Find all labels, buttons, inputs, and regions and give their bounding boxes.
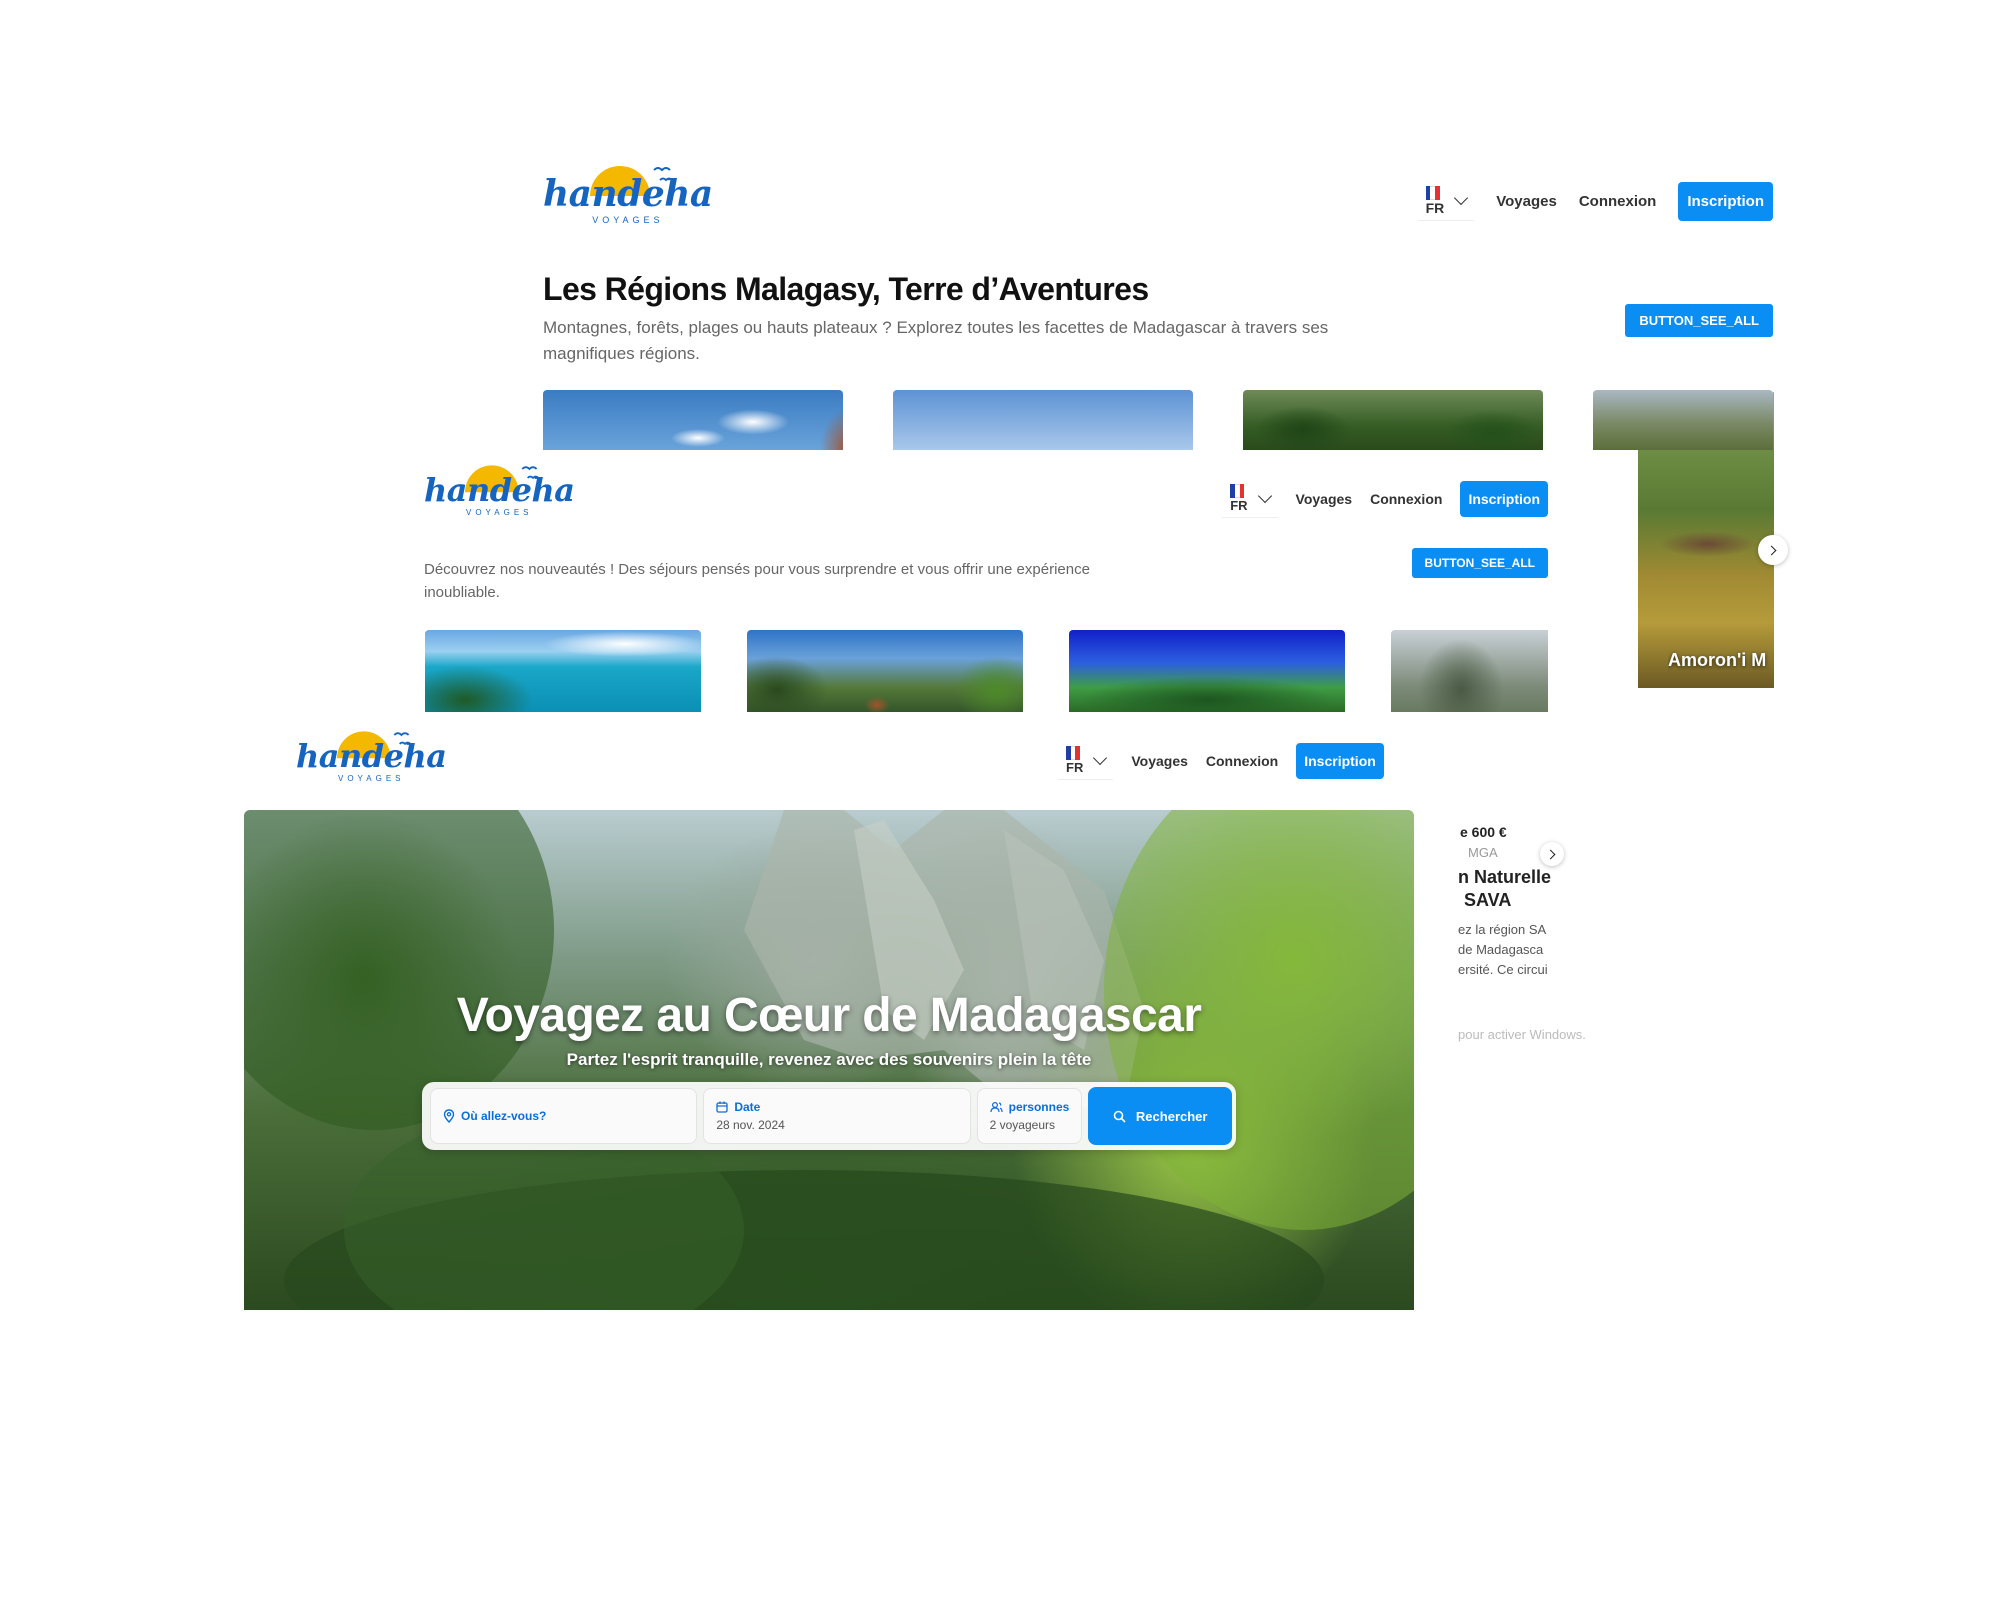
inscription-button[interactable]: Inscription (1678, 182, 1773, 221)
persons-value: 2 voyageurs (989, 1118, 1055, 1132)
inscription-button[interactable]: Inscription (1296, 743, 1384, 779)
logo-tagline: VOYAGES (337, 774, 405, 783)
nav-connexion-link[interactable]: Connexion (1370, 491, 1442, 507)
news-card-desc-line-3: ersité. Ce circui (1458, 962, 1548, 977)
destination-placeholder: Où allez-vous? (461, 1109, 547, 1123)
regions-title: Les Régions Malagasy, Terre d’Aventures (543, 271, 1149, 307)
news-card-description: ez la région SA de Madagasca ersité. Ce … (1458, 920, 1548, 980)
news-card-title-line-1: n Naturelle (1458, 867, 1552, 887)
calendar-icon (716, 1101, 728, 1113)
search-icon (1113, 1110, 1126, 1123)
news-card-desc-line-2: de Madagasca (1458, 942, 1544, 957)
screenshot-home: handeha VOYAGES FR Voyages Connexion Ins… (198, 712, 1458, 1322)
news-card-title: n Naturelle SAVA (1458, 866, 1551, 912)
search-button[interactable]: Rechercher (1088, 1087, 1232, 1145)
users-icon (990, 1101, 1003, 1113)
news-card-price-mga: MGA (1468, 845, 1498, 860)
region-card-image[interactable] (543, 390, 843, 450)
language-selector[interactable]: FR (1417, 182, 1475, 221)
nav-voyages-link[interactable]: Voyages (1296, 491, 1353, 507)
date-label: Date (734, 1100, 761, 1114)
regions-next-button[interactable] (1758, 535, 1788, 565)
logo-tagline: VOYAGES (592, 215, 664, 225)
news-card-price: e 600 € (1460, 824, 1507, 840)
news-next-button[interactable] (1540, 842, 1564, 866)
news-card-peek: e 600 € MGA n Naturelle SAVA ez la régio… (1458, 712, 1608, 1042)
language-selector[interactable]: FR (1222, 480, 1278, 518)
news-card-image[interactable] (1069, 630, 1345, 712)
chevron-down-icon (1257, 488, 1272, 503)
logo-wordmark: handeha (543, 173, 713, 215)
french-flag-icon (1066, 746, 1081, 760)
news-card-image[interactable] (1391, 630, 1548, 712)
logo-wordmark: handeha (296, 737, 447, 775)
region-card-image[interactable] (1243, 390, 1543, 450)
news-card-desc-line-1: ez la région SA (1458, 922, 1547, 937)
region-card-image[interactable] (1593, 390, 1773, 450)
hero-subtitle: Partez l'esprit tranquille, revenez avec… (566, 1050, 1092, 1069)
chevron-down-icon (1454, 190, 1469, 206)
hero-banner: Voyagez au Cœur de Madagascar Partez l'e… (244, 810, 1414, 1310)
search-bar: Où allez-vous? Date 28 nov. 2024 personn… (422, 1082, 1236, 1150)
inscription-button[interactable]: Inscription (1460, 481, 1548, 517)
top-nav: FR Voyages Connexion Inscription (1417, 182, 1773, 221)
news-card-image[interactable] (425, 630, 701, 712)
french-flag-icon (1230, 484, 1245, 498)
logo[interactable]: handeha VOYAGES (296, 726, 447, 783)
news-subtitle-line-1: Découvrez nos nouveautés ! Des séjours p… (424, 561, 1090, 578)
news-see-all-button[interactable]: BUTTON_SEE_ALL (1411, 548, 1548, 578)
chevron-down-icon (1093, 750, 1108, 765)
news-subtitle-line-2: inoubliable. (424, 584, 500, 601)
nav-connexion-link[interactable]: Connexion (1206, 753, 1278, 769)
destination-field[interactable]: Où allez-vous? (430, 1088, 698, 1144)
language-code: FR (1230, 498, 1248, 513)
language-code: FR (1425, 200, 1445, 216)
chevron-right-icon (1766, 545, 1777, 555)
news-card-image[interactable] (747, 630, 1023, 712)
logo-tagline: VOYAGES (465, 508, 533, 517)
persons-field[interactable]: personnes 2 voyageurs (976, 1088, 1083, 1144)
news-subtitle: Découvrez nos nouveautés ! Des séjours p… (424, 558, 1244, 604)
language-code: FR (1066, 760, 1084, 775)
nav-voyages-link[interactable]: Voyages (1496, 193, 1557, 210)
regions-subtitle-line-2: magnifiques régions. (543, 344, 700, 363)
screenshot-news: handeha VOYAGES FR Voyages Connexion Ins… (418, 450, 1548, 712)
chevron-right-icon (1545, 849, 1556, 859)
search-button-label: Rechercher (1135, 1108, 1208, 1124)
top-nav: FR Voyages Connexion Inscription (1058, 742, 1384, 780)
logo[interactable]: handeha VOYAGES (543, 160, 713, 225)
region-card-label: Amoron'i M (1668, 650, 1767, 670)
regions-subtitle: Montagnes, forêts, plages ou hauts plate… (543, 315, 1403, 367)
french-flag-icon (1425, 186, 1440, 200)
logo-wordmark: handeha (424, 471, 575, 509)
regions-see-all-button[interactable]: BUTTON_SEE_ALL (1625, 304, 1773, 337)
windows-watermark: pour activer Windows. (1458, 1027, 1586, 1042)
logo[interactable]: handeha VOYAGES (424, 460, 575, 517)
nav-voyages-link[interactable]: Voyages (1131, 753, 1188, 769)
region-card-image[interactable] (893, 390, 1193, 450)
date-field[interactable]: Date 28 nov. 2024 (703, 1088, 971, 1144)
screenshot-regions: handeha VOYAGES FR Voyages Connexion Ins… (528, 140, 1773, 450)
location-pin-icon (443, 1109, 455, 1123)
language-selector[interactable]: FR (1058, 742, 1114, 780)
regions-subtitle-line-1: Montagnes, forêts, plages ou hauts plate… (543, 318, 1329, 337)
top-nav: FR Voyages Connexion Inscription (1222, 480, 1548, 518)
nav-connexion-link[interactable]: Connexion (1579, 193, 1657, 210)
news-card-title-line-2: SAVA (1464, 890, 1512, 910)
persons-label: personnes (1008, 1100, 1070, 1114)
date-value: 28 nov. 2024 (716, 1118, 785, 1132)
hero-title: Voyagez au Cœur de Madagascar (456, 989, 1202, 1042)
